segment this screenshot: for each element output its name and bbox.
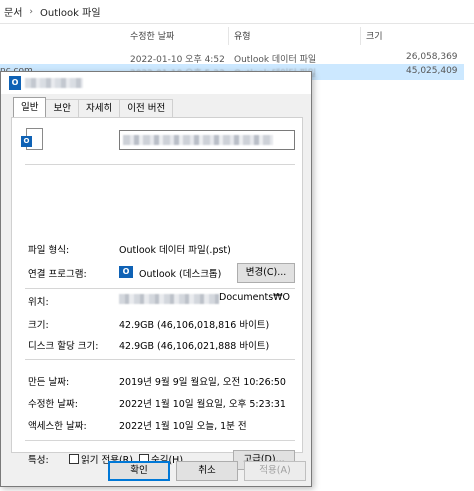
change-button[interactable]: 변경(C)... [237,263,295,283]
divider [25,288,295,289]
location-redacted [119,294,219,304]
created-value: 2019년 9월 9일 월요일, 오전 10:26:50 [119,377,286,388]
tab-previous-versions[interactable]: 이전 버전 [119,99,174,117]
size-label: 크기: [28,320,49,331]
divider [25,164,295,165]
tab-security[interactable]: 보안 [45,99,79,117]
column-divider[interactable] [360,27,361,45]
tab-strip: 일반 보안 자세히 이전 버전 [13,97,174,117]
breadcrumb-documents[interactable]: 문서 [4,4,22,19]
modified-value: 2022년 1월 10일 월요일, 오후 5:23:31 [119,399,286,410]
created-label: 만든 날짜: [28,377,70,388]
file-name-input[interactable] [119,130,295,150]
size-value: 42.9GB (46,106,018,816 바이트) [119,320,270,331]
breadcrumb-outlook-files[interactable]: Outlook 파일 [40,4,101,19]
opens-with-value: Outlook (데스크톱) [139,269,222,280]
outlook-icon: O [119,266,133,278]
file-type-value: Outlook 데이터 파일(.pst) [119,245,231,256]
size-on-disk-value: 42.9GB (46,106,021,888 바이트) [119,341,270,352]
attributes-label: 특성: [28,455,49,466]
properties-dialog: O 일반 보안 자세히 이전 버전 O 파일 형식: Outlook 데이터 파… [0,71,312,487]
pst-file-icon: O [21,128,43,152]
column-header-size[interactable]: 크기 [366,29,383,42]
dialog-title-redacted [25,78,83,88]
column-divider[interactable] [228,27,229,45]
modified-label: 수정한 날짜: [28,399,78,410]
outlook-icon: O [9,76,21,90]
file-name-redacted [123,135,273,145]
cancel-button[interactable]: 취소 [176,461,238,481]
accessed-label: 액세스한 날짜: [28,421,87,432]
opens-with-label: 연결 프로그램: [28,269,87,280]
tab-details[interactable]: 자세히 [77,99,121,117]
dialog-titlebar[interactable]: O [1,72,311,94]
accessed-value: 2022년 1월 10일 오늘, 1분 전 [119,421,247,432]
tab-general[interactable]: 일반 [13,97,47,117]
file-type-label: 파일 형식: [28,245,70,256]
row-size: 26,058,369 [406,52,458,62]
row-size: 45,025,409 [406,66,458,76]
ok-button[interactable]: 확인 [108,461,170,481]
column-headers: 수정한 날짜 유형 크기 [0,27,474,45]
location-value: Documents₩O [219,292,291,303]
readonly-checkbox[interactable] [69,454,79,464]
location-label: 위치: [28,297,49,308]
column-header-type[interactable]: 유형 [234,29,251,42]
breadcrumb: 문서 › Outlook 파일 [0,0,474,24]
size-on-disk-label: 디스크 할당 크기: [28,341,99,352]
column-header-modified[interactable]: 수정한 날짜 [130,29,174,42]
divider [25,359,295,360]
scrollbar[interactable] [464,24,474,491]
apply-button: 적용(A) [244,461,306,481]
breadcrumb-separator: › [29,6,34,17]
divider [25,440,295,441]
